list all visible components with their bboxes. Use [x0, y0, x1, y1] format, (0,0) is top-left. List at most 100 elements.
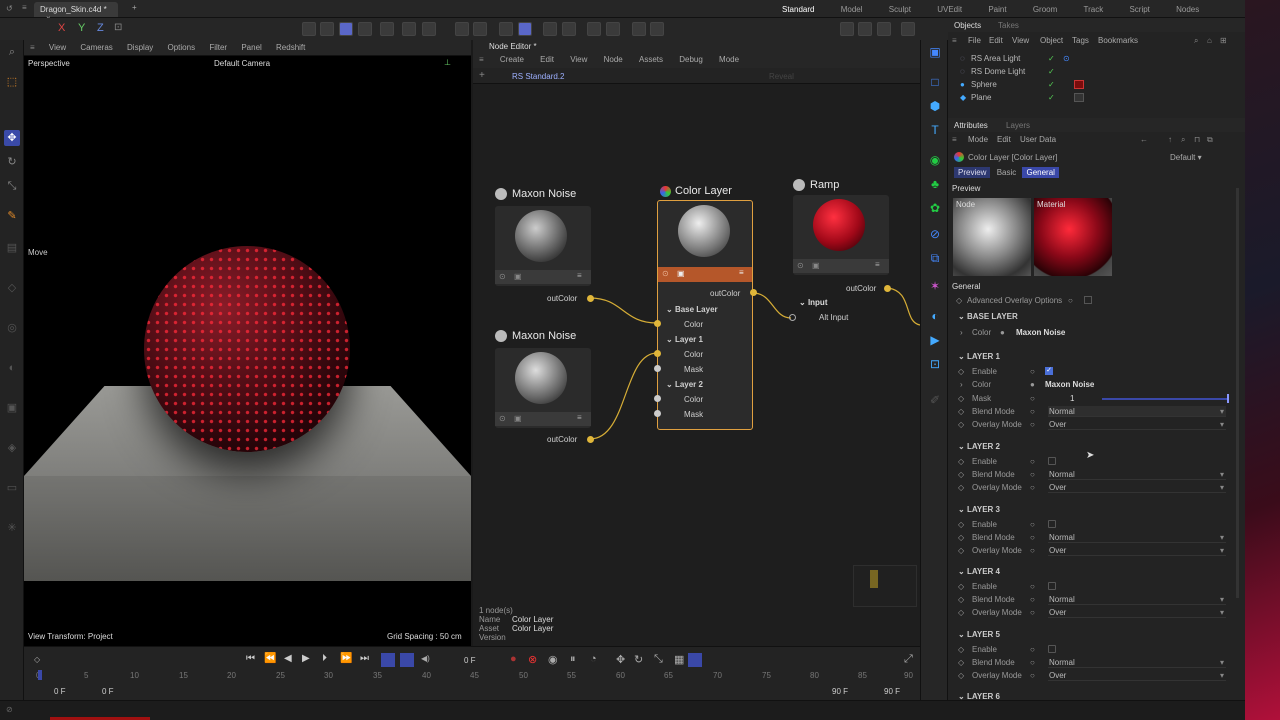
- knife-icon[interactable]: ▤: [4, 240, 20, 256]
- overlay-mode-dropdown[interactable]: Over: [1048, 482, 1226, 493]
- play-icon[interactable]: ▶: [302, 653, 310, 664]
- menu-panel[interactable]: Panel: [241, 40, 261, 56]
- section-layer-1[interactable]: ⌄ LAYER 1: [958, 350, 1000, 363]
- next-key-icon[interactable]: ⏩: [340, 653, 352, 664]
- keyframe-icon[interactable]: ◇: [958, 544, 964, 557]
- hamburger-icon[interactable]: ≡: [952, 36, 957, 45]
- list-item[interactable]: ◆ Plane ✓: [948, 91, 1245, 104]
- render-settings-icon[interactable]: [877, 22, 891, 36]
- param-layer3-blend[interactable]: ◇ Blend Mode ○ Normal: [948, 531, 1245, 544]
- layout-track[interactable]: Track: [1084, 5, 1104, 14]
- tab-basic[interactable]: Basic: [993, 167, 1021, 178]
- loop-button[interactable]: [381, 653, 395, 667]
- paint-icon[interactable]: ◎: [4, 320, 20, 336]
- generator-icon[interactable]: ◉: [927, 152, 943, 168]
- add-tab-button[interactable]: +: [132, 3, 137, 12]
- move-key-icon[interactable]: ✥: [616, 653, 625, 666]
- node-menu-icon[interactable]: ≡: [739, 268, 744, 277]
- port-icon[interactable]: ○: [1068, 294, 1073, 307]
- checkbox[interactable]: [1048, 582, 1056, 590]
- param-layer2-enable[interactable]: ◇ Enable ○: [948, 455, 1245, 468]
- param-layer3-overlay[interactable]: ◇ Overlay Mode ○ Over: [948, 544, 1245, 557]
- port-icon[interactable]: ○: [1030, 544, 1035, 557]
- param-layer2-overlay[interactable]: ◇ Overlay Mode ○ Over: [948, 481, 1245, 494]
- keyframe-icon[interactable]: ◇: [958, 531, 964, 544]
- autokey-icon[interactable]: ⊗: [528, 653, 537, 666]
- keyframe-icon[interactable]: ◇: [958, 518, 964, 531]
- port-icon[interactable]: ○: [1030, 518, 1035, 531]
- input-port-layer2-color[interactable]: [654, 395, 661, 402]
- port-icon[interactable]: ○: [1030, 656, 1035, 669]
- layout-uvedit[interactable]: UVEdit: [937, 5, 962, 14]
- rotate-icon[interactable]: ↻: [4, 154, 20, 170]
- keyframe-icon[interactable]: ◇: [958, 669, 964, 682]
- keyframe-icon[interactable]: ◇: [958, 418, 964, 431]
- menu-user-data[interactable]: User Data: [1020, 135, 1056, 144]
- uv-mode-icon[interactable]: [380, 22, 394, 36]
- sound-icon[interactable]: ◀): [421, 654, 430, 663]
- hamburger-icon[interactable]: ≡: [952, 135, 957, 144]
- generator-icon[interactable]: ◈: [4, 440, 20, 456]
- layout-sculpt[interactable]: Sculpt: [889, 5, 911, 14]
- expand-timeline-icon[interactable]: ⤢: [904, 653, 913, 666]
- layout-standard[interactable]: Standard: [782, 5, 814, 14]
- scale-key-icon[interactable]: ⤡: [654, 653, 663, 666]
- section-layer-5[interactable]: ⌄ LAYER 5: [958, 628, 1000, 641]
- preset-dropdown[interactable]: Default ▾: [1170, 153, 1202, 162]
- document-tab[interactable]: Dragon_Skin.c4d * ×: [34, 2, 118, 23]
- keyframe-selection-icon[interactable]: ◉: [548, 653, 558, 666]
- playhead[interactable]: [38, 670, 42, 680]
- port-icon[interactable]: ○: [1030, 365, 1035, 378]
- coordinate-icon[interactable]: ⊡: [114, 22, 122, 33]
- keyframe-icon[interactable]: ◇: [958, 455, 964, 468]
- param-layer5-overlay[interactable]: ◇ Overlay Mode ○ Over: [948, 669, 1245, 682]
- text-icon[interactable]: T: [927, 122, 943, 138]
- tag-icon[interactable]: ⊙: [1063, 52, 1070, 65]
- overlay-mode-dropdown[interactable]: Over: [1048, 545, 1226, 556]
- port-icon[interactable]: ○: [1030, 455, 1035, 468]
- tab-general[interactable]: General: [1022, 167, 1059, 178]
- check-icon[interactable]: ✓: [1048, 52, 1055, 65]
- render-icon[interactable]: [562, 22, 576, 36]
- filter-icon[interactable]: ⊞: [1220, 36, 1227, 45]
- param-key-icon[interactable]: ▦: [674, 653, 684, 666]
- go-to-end-icon[interactable]: ⏭: [360, 653, 369, 664]
- current-frame[interactable]: 0 F: [464, 656, 476, 665]
- check-icon[interactable]: ✓: [1048, 78, 1055, 91]
- output-port[interactable]: [750, 289, 757, 296]
- prev-key-icon[interactable]: ⏪: [264, 653, 276, 664]
- param-advanced-overlay[interactable]: ◇ Advanced Overlay Options ○: [948, 294, 1245, 307]
- input-port-layer1-mask[interactable]: [654, 365, 661, 372]
- port-icon[interactable]: ○: [1030, 643, 1035, 656]
- menu-bookmarks[interactable]: Bookmarks: [1098, 36, 1138, 45]
- port-icon[interactable]: ○: [1030, 531, 1035, 544]
- mask-slider[interactable]: [1102, 398, 1228, 400]
- python-icon[interactable]: [650, 22, 664, 36]
- sculpt-icon[interactable]: ◐: [4, 360, 20, 376]
- camera-label[interactable]: Default Camera: [214, 59, 270, 68]
- section-layer-3[interactable]: ⌄ LAYER 3: [958, 503, 1000, 516]
- scale-icon[interactable]: ⤡: [4, 178, 20, 194]
- expand-icon[interactable]: ›: [960, 326, 963, 339]
- slider-handle[interactable]: [1227, 394, 1229, 403]
- material-tag-icon[interactable]: [1074, 93, 1084, 102]
- param-layer4-overlay[interactable]: ◇ Overlay Mode ○ Over: [948, 606, 1245, 619]
- ipr-icon[interactable]: [901, 22, 915, 36]
- param-layer5-enable[interactable]: ◇ Enable ○: [948, 643, 1245, 656]
- input-port-base-color[interactable]: [654, 320, 661, 327]
- scrollbar[interactable]: [1236, 188, 1239, 598]
- menu-filter[interactable]: Filter: [209, 40, 227, 56]
- tab-attributes[interactable]: Attributes: [954, 121, 988, 130]
- search-icon[interactable]: ⌕: [4, 44, 20, 60]
- preview-end[interactable]: 90 F: [832, 687, 848, 696]
- keyframe-icon[interactable]: ◇: [958, 643, 964, 656]
- lock-icon[interactable]: ⊓: [1194, 135, 1200, 144]
- time-ruler[interactable]: 0 5 10 15 20 25 30 35 40 45 50 55 60 65 …: [36, 670, 913, 683]
- home-icon[interactable]: ⌂: [1207, 36, 1212, 45]
- port-icon[interactable]: ○: [1030, 405, 1035, 418]
- next-frame-icon[interactable]: ⏵: [322, 653, 327, 664]
- param-layer5-blend[interactable]: ◇ Blend Mode ○ Normal: [948, 656, 1245, 669]
- mograph-icon[interactable]: ✿: [927, 200, 943, 216]
- node-menu-icon[interactable]: ≡: [875, 260, 880, 269]
- search-icon[interactable]: ⌕: [1181, 135, 1185, 145]
